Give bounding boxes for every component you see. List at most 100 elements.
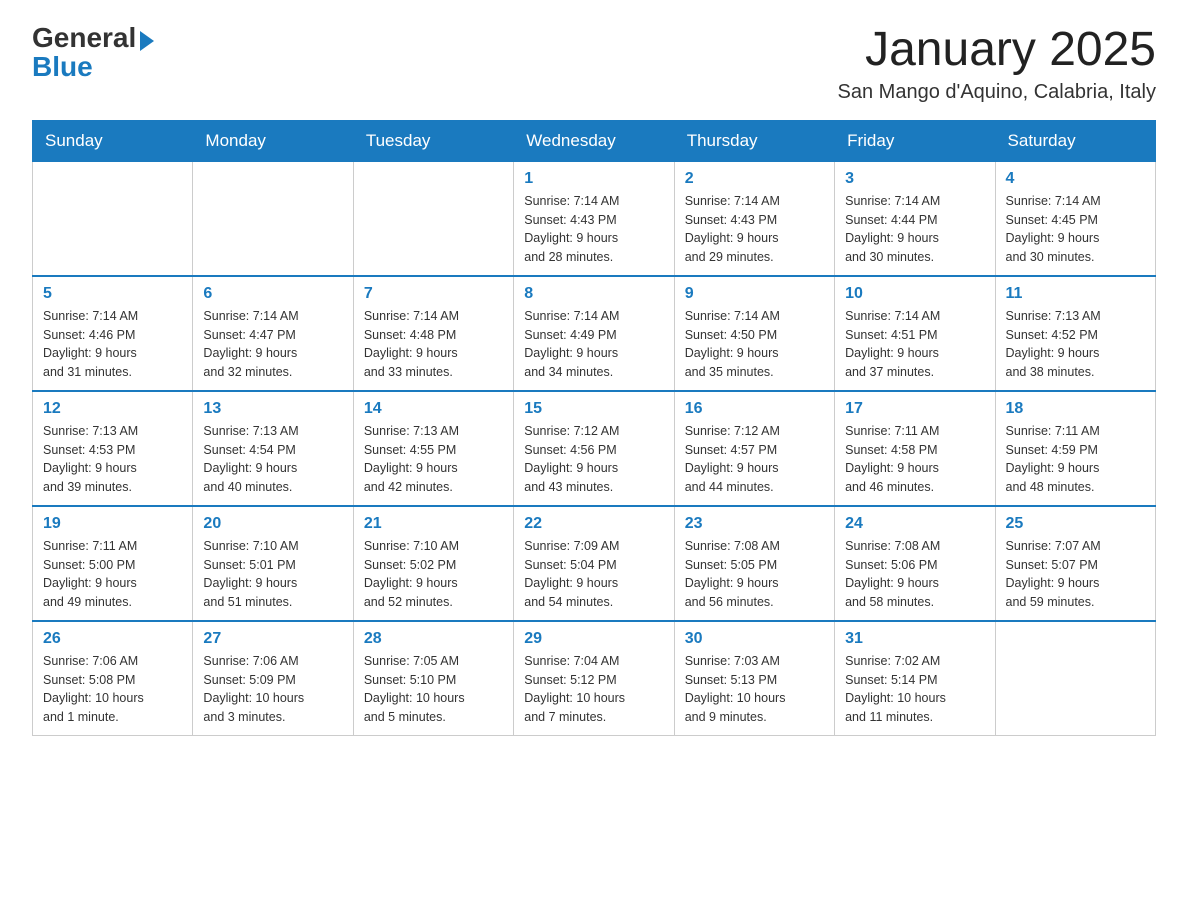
month-year-title: January 2025 <box>838 24 1156 77</box>
day-number: 24 <box>845 515 984 533</box>
calendar-cell: 22Sunrise: 7:09 AMSunset: 5:04 PMDayligh… <box>514 506 674 621</box>
day-number: 21 <box>364 515 503 533</box>
calendar-cell: 8 Sunrise: 7:14 AMSunset: 4:49 PMDaylight… <box>514 276 674 391</box>
calendar-header-wednesday: Wednesday <box>514 120 674 161</box>
day-number: 31 <box>845 630 984 648</box>
calendar-cell: 30Sunrise: 7:03 AMSunset: 5:13 PMDayligh… <box>674 621 834 736</box>
calendar-week-row: 12 Sunrise: 7:13 AMSunset: 4:53 PMDayligh… <box>33 391 1156 506</box>
day-number: 14 <box>364 400 503 418</box>
day-number: 8 <box>524 285 663 303</box>
calendar-cell: 31 Sunrise: 7:02 AMSunset: 5:14 PMDayligh… <box>835 621 995 736</box>
calendar-cell: 6 Sunrise: 7:14 AMSunset: 4:47 PMDaylight… <box>193 276 353 391</box>
calendar-week-row: 19 Sunrise: 7:11 AMSunset: 5:00 PMDayligh… <box>33 506 1156 621</box>
day-number: 10 <box>845 285 984 303</box>
day-info: Sunrise: 7:14 AMSunset: 4:48 PMDaylight:… <box>364 307 503 382</box>
day-info: Sunrise: 7:14 AMSunset: 4:44 PMDaylight:… <box>845 192 984 267</box>
day-number: 3 <box>845 170 984 188</box>
logo-arrow-icon <box>140 31 154 51</box>
calendar-cell: 13 Sunrise: 7:13 AMSunset: 4:54 PMDayligh… <box>193 391 353 506</box>
calendar-cell: 14 Sunrise: 7:13 AMSunset: 4:55 PMDayligh… <box>353 391 513 506</box>
day-number: 12 <box>43 400 182 418</box>
day-info: Sunrise: 7:14 AMSunset: 4:47 PMDaylight:… <box>203 307 342 382</box>
day-info: Sunrise: 7:14 AMSunset: 4:49 PMDaylight:… <box>524 307 663 382</box>
day-info: Sunrise: 7:13 AMSunset: 4:53 PMDaylight:… <box>43 422 182 497</box>
day-number: 28 <box>364 630 503 648</box>
calendar-cell: 21 Sunrise: 7:10 AMSunset: 5:02 PMDayligh… <box>353 506 513 621</box>
calendar-cell: 2 Sunrise: 7:14 AMSunset: 4:43 PMDaylight… <box>674 161 834 276</box>
day-info: Sunrise: 7:10 AMSunset: 5:02 PMDaylight:… <box>364 537 503 612</box>
calendar-week-row: 5Sunrise: 7:14 AMSunset: 4:46 PMDaylight… <box>33 276 1156 391</box>
calendar-header-friday: Friday <box>835 120 995 161</box>
calendar-cell: 11 Sunrise: 7:13 AMSunset: 4:52 PMDayligh… <box>995 276 1155 391</box>
day-info: Sunrise: 7:11 AMSunset: 4:59 PMDaylight:… <box>1006 422 1145 497</box>
calendar-table: SundayMondayTuesdayWednesdayThursdayFrid… <box>32 120 1156 736</box>
calendar-cell <box>33 161 193 276</box>
day-number: 29 <box>524 630 663 648</box>
day-number: 2 <box>685 170 824 188</box>
day-info: Sunrise: 7:06 AMSunset: 5:09 PMDaylight:… <box>203 652 342 727</box>
day-number: 16 <box>685 400 824 418</box>
calendar-cell: 19 Sunrise: 7:11 AMSunset: 5:00 PMDayligh… <box>33 506 193 621</box>
day-info: Sunrise: 7:14 AMSunset: 4:45 PMDaylight:… <box>1006 192 1145 267</box>
day-number: 17 <box>845 400 984 418</box>
day-number: 15 <box>524 400 663 418</box>
day-info: Sunrise: 7:13 AMSunset: 4:52 PMDaylight:… <box>1006 307 1145 382</box>
day-info: Sunrise: 7:14 AMSunset: 4:46 PMDaylight:… <box>43 307 182 382</box>
day-info: Sunrise: 7:14 AMSunset: 4:51 PMDaylight:… <box>845 307 984 382</box>
logo: General Blue <box>32 24 154 81</box>
calendar-cell: 15 Sunrise: 7:12 AMSunset: 4:56 PMDayligh… <box>514 391 674 506</box>
calendar-cell: 16Sunrise: 7:12 AMSunset: 4:57 PMDayligh… <box>674 391 834 506</box>
location-subtitle: San Mango d'Aquino, Calabria, Italy <box>838 81 1156 104</box>
day-number: 11 <box>1006 285 1145 303</box>
day-number: 30 <box>685 630 824 648</box>
day-number: 13 <box>203 400 342 418</box>
day-info: Sunrise: 7:11 AMSunset: 5:00 PMDaylight:… <box>43 537 182 612</box>
day-info: Sunrise: 7:06 AMSunset: 5:08 PMDaylight:… <box>43 652 182 727</box>
day-info: Sunrise: 7:11 AMSunset: 4:58 PMDaylight:… <box>845 422 984 497</box>
page-header: General Blue January 2025 San Mango d'Aq… <box>32 24 1156 104</box>
calendar-header-monday: Monday <box>193 120 353 161</box>
day-number: 1 <box>524 170 663 188</box>
calendar-cell <box>995 621 1155 736</box>
calendar-week-row: 1 Sunrise: 7:14 AMSunset: 4:43 PMDaylight… <box>33 161 1156 276</box>
day-info: Sunrise: 7:08 AMSunset: 5:05 PMDaylight:… <box>685 537 824 612</box>
day-info: Sunrise: 7:10 AMSunset: 5:01 PMDaylight:… <box>203 537 342 612</box>
calendar-cell: 4 Sunrise: 7:14 AMSunset: 4:45 PMDaylight… <box>995 161 1155 276</box>
calendar-cell: 20 Sunrise: 7:10 AMSunset: 5:01 PMDayligh… <box>193 506 353 621</box>
logo-text: General <box>32 24 154 53</box>
day-info: Sunrise: 7:02 AMSunset: 5:14 PMDaylight:… <box>845 652 984 727</box>
day-number: 19 <box>43 515 182 533</box>
calendar-cell: 23Sunrise: 7:08 AMSunset: 5:05 PMDayligh… <box>674 506 834 621</box>
day-info: Sunrise: 7:13 AMSunset: 4:55 PMDaylight:… <box>364 422 503 497</box>
day-info: Sunrise: 7:12 AMSunset: 4:56 PMDaylight:… <box>524 422 663 497</box>
calendar-header-tuesday: Tuesday <box>353 120 513 161</box>
calendar-cell: 12 Sunrise: 7:13 AMSunset: 4:53 PMDayligh… <box>33 391 193 506</box>
logo-general: General <box>32 22 136 53</box>
day-info: Sunrise: 7:14 AMSunset: 4:50 PMDaylight:… <box>685 307 824 382</box>
day-number: 6 <box>203 285 342 303</box>
day-number: 27 <box>203 630 342 648</box>
calendar-cell: 24 Sunrise: 7:08 AMSunset: 5:06 PMDayligh… <box>835 506 995 621</box>
day-number: 7 <box>364 285 503 303</box>
day-number: 4 <box>1006 170 1145 188</box>
calendar-cell: 9 Sunrise: 7:14 AMSunset: 4:50 PMDaylight… <box>674 276 834 391</box>
day-number: 26 <box>43 630 182 648</box>
day-number: 18 <box>1006 400 1145 418</box>
title-block: January 2025 San Mango d'Aquino, Calabri… <box>838 24 1156 104</box>
day-info: Sunrise: 7:13 AMSunset: 4:54 PMDaylight:… <box>203 422 342 497</box>
calendar-cell: 18 Sunrise: 7:11 AMSunset: 4:59 PMDayligh… <box>995 391 1155 506</box>
calendar-week-row: 26 Sunrise: 7:06 AMSunset: 5:08 PMDayligh… <box>33 621 1156 736</box>
day-number: 25 <box>1006 515 1145 533</box>
calendar-cell: 29Sunrise: 7:04 AMSunset: 5:12 PMDayligh… <box>514 621 674 736</box>
day-number: 9 <box>685 285 824 303</box>
calendar-cell: 28Sunrise: 7:05 AMSunset: 5:10 PMDayligh… <box>353 621 513 736</box>
day-number: 20 <box>203 515 342 533</box>
day-info: Sunrise: 7:08 AMSunset: 5:06 PMDaylight:… <box>845 537 984 612</box>
calendar-cell: 3 Sunrise: 7:14 AMSunset: 4:44 PMDaylight… <box>835 161 995 276</box>
calendar-cell: 27 Sunrise: 7:06 AMSunset: 5:09 PMDayligh… <box>193 621 353 736</box>
logo-blue: Blue <box>32 53 93 81</box>
calendar-header-row: SundayMondayTuesdayWednesdayThursdayFrid… <box>33 120 1156 161</box>
calendar-cell: 10 Sunrise: 7:14 AMSunset: 4:51 PMDayligh… <box>835 276 995 391</box>
calendar-cell <box>193 161 353 276</box>
day-info: Sunrise: 7:14 AMSunset: 4:43 PMDaylight:… <box>685 192 824 267</box>
